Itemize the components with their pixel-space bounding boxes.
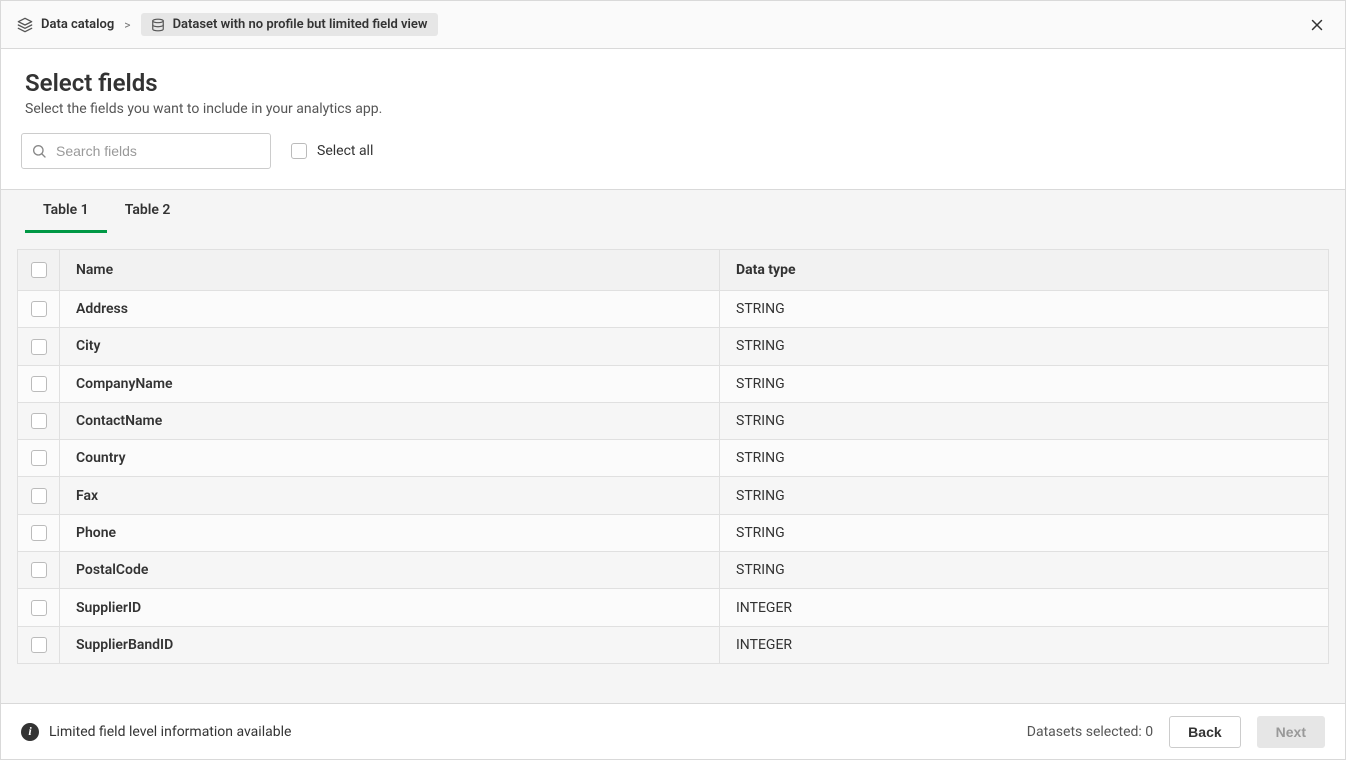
table-row[interactable]: ContactNameSTRING	[18, 402, 1329, 439]
tab-bar: Table 1 Table 2	[1, 189, 1345, 233]
layers-icon	[17, 17, 33, 33]
row-field-type: STRING	[720, 440, 1329, 477]
row-field-type: INTEGER	[720, 589, 1329, 626]
fields-table: Name Data type AddressSTRINGCitySTRINGCo…	[17, 249, 1329, 664]
close-button[interactable]	[1305, 13, 1329, 37]
row-checkbox-cell	[18, 328, 60, 365]
header-type[interactable]: Data type	[720, 250, 1329, 291]
row-checkbox-cell	[18, 291, 60, 328]
row-checkbox[interactable]	[31, 637, 47, 653]
row-field-name: PostalCode	[60, 552, 720, 589]
row-field-type: STRING	[720, 402, 1329, 439]
breadcrumb-current-label: Dataset with no profile but limited fiel…	[173, 17, 428, 32]
row-field-name: City	[60, 328, 720, 365]
breadcrumb-root[interactable]: Data catalog	[17, 17, 114, 33]
row-checkbox-cell	[18, 365, 60, 402]
footer-bar: i Limited field level information availa…	[1, 703, 1345, 759]
row-field-type: STRING	[720, 365, 1329, 402]
row-checkbox-cell	[18, 402, 60, 439]
page-header: Select fields Select the fields you want…	[1, 49, 1345, 133]
row-field-name: CompanyName	[60, 365, 720, 402]
tab-table-2[interactable]: Table 2	[107, 190, 189, 233]
row-field-name: Address	[60, 291, 720, 328]
breadcrumb: Data catalog > Dataset with no profile b…	[17, 13, 438, 36]
next-button[interactable]: Next	[1257, 716, 1325, 748]
page-title: Select fields	[25, 69, 1321, 97]
back-button[interactable]: Back	[1169, 716, 1240, 748]
row-field-name: Phone	[60, 514, 720, 551]
table-row[interactable]: SupplierIDINTEGER	[18, 589, 1329, 626]
table-row[interactable]: CompanyNameSTRING	[18, 365, 1329, 402]
table-row[interactable]: SupplierBandIDINTEGER	[18, 626, 1329, 663]
breadcrumb-current[interactable]: Dataset with no profile but limited fiel…	[141, 13, 438, 36]
header-name[interactable]: Name	[60, 250, 720, 291]
row-checkbox[interactable]	[31, 562, 47, 578]
row-checkbox-cell	[18, 477, 60, 514]
page-subtitle: Select the fields you want to include in…	[25, 101, 1321, 117]
search-input[interactable]	[21, 133, 271, 169]
row-checkbox[interactable]	[31, 450, 47, 466]
row-checkbox-cell	[18, 440, 60, 477]
top-bar: Data catalog > Dataset with no profile b…	[1, 1, 1345, 49]
row-field-name: Fax	[60, 477, 720, 514]
table-wrapper[interactable]: Name Data type AddressSTRINGCitySTRINGCo…	[1, 233, 1345, 703]
row-checkbox[interactable]	[31, 301, 47, 317]
table-row[interactable]: CountrySTRING	[18, 440, 1329, 477]
tab-table-1[interactable]: Table 1	[25, 190, 107, 233]
table-row[interactable]: PostalCodeSTRING	[18, 552, 1329, 589]
datasets-selected-label: Datasets selected: 0	[1027, 724, 1153, 740]
select-all-label: Select all	[317, 143, 373, 159]
database-icon	[151, 18, 165, 32]
footer-info: i Limited field level information availa…	[21, 723, 291, 741]
footer-info-text: Limited field level information availabl…	[49, 724, 291, 740]
header-checkbox-cell	[18, 250, 60, 291]
row-checkbox[interactable]	[31, 339, 47, 355]
close-icon	[1308, 16, 1326, 34]
table-row[interactable]: CitySTRING	[18, 328, 1329, 365]
row-checkbox[interactable]	[31, 600, 47, 616]
info-icon: i	[21, 723, 39, 741]
table-row[interactable]: PhoneSTRING	[18, 514, 1329, 551]
row-field-name: ContactName	[60, 402, 720, 439]
select-all-checkbox[interactable]	[291, 143, 307, 159]
row-field-name: SupplierID	[60, 589, 720, 626]
row-field-type: STRING	[720, 514, 1329, 551]
row-field-name: Country	[60, 440, 720, 477]
table-row[interactable]: AddressSTRING	[18, 291, 1329, 328]
row-checkbox-cell	[18, 514, 60, 551]
select-all-group: Select all	[291, 143, 373, 159]
row-field-type: INTEGER	[720, 626, 1329, 663]
row-field-type: STRING	[720, 291, 1329, 328]
breadcrumb-separator: >	[124, 18, 130, 32]
row-checkbox[interactable]	[31, 488, 47, 504]
breadcrumb-root-label: Data catalog	[41, 17, 114, 32]
header-checkbox[interactable]	[31, 262, 47, 278]
table-row[interactable]: FaxSTRING	[18, 477, 1329, 514]
row-field-type: STRING	[720, 328, 1329, 365]
row-checkbox[interactable]	[31, 376, 47, 392]
row-checkbox[interactable]	[31, 525, 47, 541]
row-checkbox-cell	[18, 552, 60, 589]
search-icon	[31, 143, 47, 159]
row-field-name: SupplierBandID	[60, 626, 720, 663]
row-checkbox[interactable]	[31, 413, 47, 429]
footer-actions: Datasets selected: 0 Back Next	[1027, 716, 1325, 748]
row-checkbox-cell	[18, 626, 60, 663]
row-field-type: STRING	[720, 477, 1329, 514]
row-checkbox-cell	[18, 589, 60, 626]
controls-row: Select all	[1, 133, 1345, 189]
row-field-type: STRING	[720, 552, 1329, 589]
search-wrapper	[21, 133, 271, 169]
